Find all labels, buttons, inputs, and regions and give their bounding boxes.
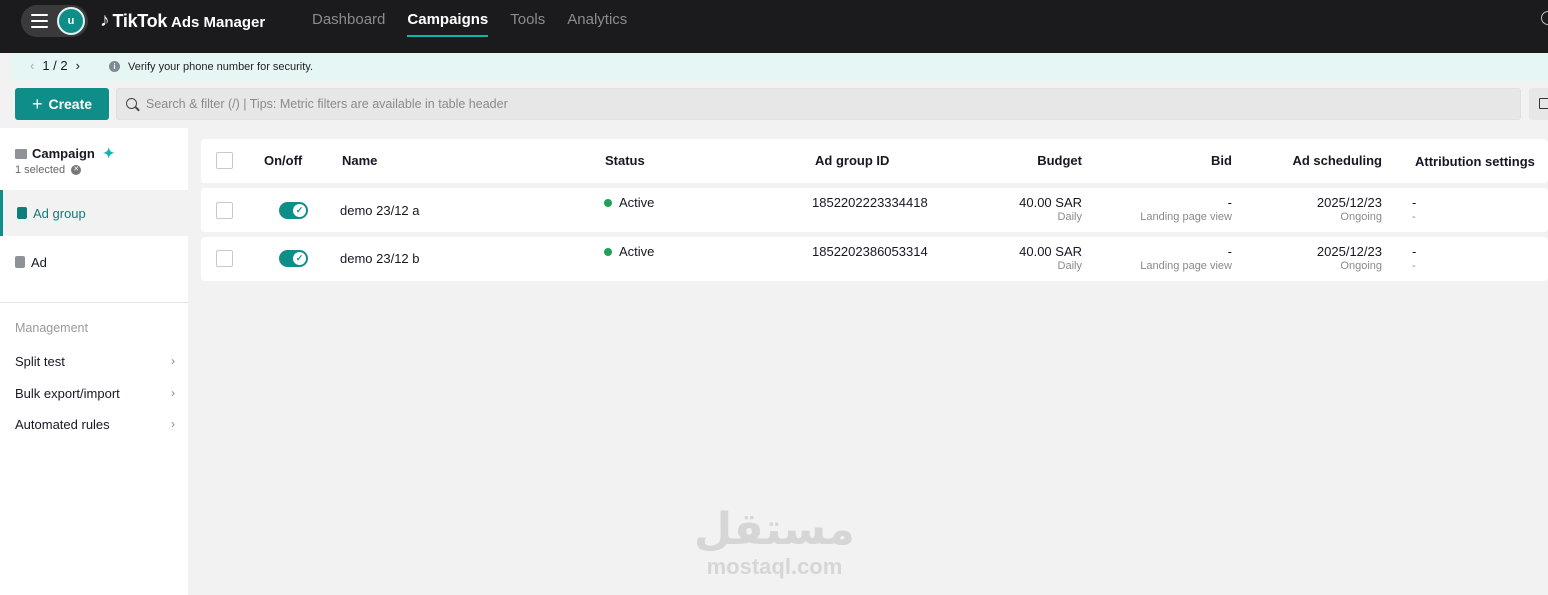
chevron-right-icon: › bbox=[171, 386, 175, 400]
sidebar-divider bbox=[0, 302, 188, 303]
logo-product: Ads Manager bbox=[171, 13, 266, 31]
bid-value: - bbox=[1227, 195, 1232, 210]
info-icon: i bbox=[109, 61, 120, 72]
column-header-onoff[interactable]: On/off bbox=[264, 153, 302, 168]
level-sidebar: Campaign ✦ 1 selected ✕ Ad group Ad Mana… bbox=[0, 128, 188, 595]
create-button-label: Create bbox=[48, 96, 93, 112]
main-nav: Dashboard Campaigns Tools Analytics bbox=[312, 11, 627, 37]
chevron-right-icon[interactable]: › bbox=[76, 58, 80, 73]
tiktok-note-icon: ♪ bbox=[100, 10, 110, 31]
security-notice-bar: ‹ 1 / 2 › i Verify your phone number for… bbox=[11, 53, 1548, 81]
ad-group-id: 1852202223334418 bbox=[812, 195, 928, 210]
nav-dashboard[interactable]: Dashboard bbox=[312, 11, 385, 37]
table-row[interactable]: ✓ demo 23/12 b Active 1852202386053314 4… bbox=[201, 237, 1548, 281]
column-header-ad-scheduling[interactable]: Ad scheduling bbox=[1262, 153, 1382, 168]
bid-type: Landing page view bbox=[1140, 211, 1232, 223]
bid-type: Landing page view bbox=[1140, 260, 1232, 272]
budget-value: 40.00 SAR bbox=[1019, 244, 1082, 259]
date-range-button[interactable] bbox=[1529, 88, 1548, 120]
budget-type: Daily bbox=[1057, 211, 1082, 223]
sidebar-item-ad-group[interactable]: Ad group bbox=[0, 190, 188, 236]
nav-analytics[interactable]: Analytics bbox=[567, 11, 627, 37]
campaign-selection-count: 1 selected ✕ bbox=[15, 164, 82, 176]
sidebar-item-label: Ad bbox=[31, 254, 47, 270]
management-heading: Management bbox=[15, 321, 88, 335]
create-button[interactable]: + Create bbox=[15, 88, 109, 120]
chevron-right-icon: › bbox=[171, 417, 175, 431]
search-placeholder: Search & filter (/) | Tips: Metric filte… bbox=[146, 97, 508, 111]
check-icon: ✓ bbox=[293, 252, 306, 265]
sidebar-link-split-test[interactable]: Split test › bbox=[15, 354, 175, 369]
user-avatar[interactable]: u bbox=[57, 7, 85, 35]
notice-pager: ‹ 1 / 2 › bbox=[30, 58, 80, 73]
logo-brand: TikTok bbox=[112, 10, 168, 31]
plus-icon: + bbox=[31, 94, 43, 114]
selected-count-text: 1 selected bbox=[15, 164, 66, 176]
help-icon[interactable] bbox=[1541, 11, 1548, 25]
attribution-sub: - bbox=[1412, 211, 1416, 223]
row-checkbox[interactable] bbox=[216, 250, 233, 267]
row-on-off-toggle[interactable]: ✓ bbox=[279, 250, 308, 267]
select-all-checkbox[interactable] bbox=[216, 152, 233, 169]
sparkle-icon: ✦ bbox=[102, 145, 115, 161]
bid-value: - bbox=[1227, 244, 1232, 259]
ad-group-id: 1852202386053314 bbox=[812, 244, 928, 259]
attribution-sub: - bbox=[1412, 260, 1416, 272]
top-navigation-bar: u ♪ TikTok Ads Manager Dashboard Campaig… bbox=[0, 0, 1548, 53]
tiktok-ads-manager-logo[interactable]: ♪ TikTok Ads Manager bbox=[100, 8, 265, 34]
ad-group-name-link[interactable]: demo 23/12 a bbox=[340, 203, 420, 218]
ad-group-icon bbox=[17, 207, 27, 219]
sidebar-item-ad[interactable]: Ad bbox=[0, 239, 188, 285]
status-dot-icon bbox=[604, 199, 612, 207]
ad-group-name-link[interactable]: demo 23/12 b bbox=[340, 251, 420, 266]
sidebar-link-label: Split test bbox=[15, 354, 65, 369]
check-icon: ✓ bbox=[293, 204, 306, 217]
status-text: Active bbox=[619, 195, 655, 210]
schedule-date: 2025/12/23 bbox=[1316, 244, 1382, 259]
row-on-off-toggle[interactable]: ✓ bbox=[279, 202, 308, 219]
table-row[interactable]: ✓ demo 23/12 a Active 1852202223334418 4… bbox=[201, 188, 1548, 232]
status-dot-icon bbox=[604, 248, 612, 256]
nav-campaigns[interactable]: Campaigns bbox=[407, 11, 489, 37]
search-filter-input[interactable]: Search & filter (/) | Tips: Metric filte… bbox=[116, 88, 1521, 120]
table-header-row: On/off Name Status Ad group ID Budget Bi… bbox=[201, 139, 1548, 183]
notice-text[interactable]: Verify your phone number for security. bbox=[128, 61, 313, 73]
sidebar-link-label: Automated rules bbox=[15, 417, 110, 432]
watermark-arabic: مستقل bbox=[694, 504, 855, 555]
chevron-left-icon[interactable]: ‹ bbox=[30, 58, 34, 73]
attribution-value: - bbox=[1412, 195, 1417, 210]
column-header-ad-group-id[interactable]: Ad group ID bbox=[815, 153, 889, 168]
sidebar-link-label: Bulk export/import bbox=[15, 386, 120, 401]
budget-value: 40.00 SAR bbox=[1019, 195, 1082, 210]
column-header-name[interactable]: Name bbox=[342, 153, 377, 168]
schedule-status: Ongoing bbox=[1340, 211, 1382, 223]
watermark-latin: mostaql.com bbox=[706, 554, 843, 579]
schedule-status: Ongoing bbox=[1340, 260, 1382, 272]
chevron-right-icon: › bbox=[171, 354, 175, 368]
mostaql-watermark: مستقل mostaql.com bbox=[694, 508, 855, 578]
column-header-budget[interactable]: Budget bbox=[982, 153, 1082, 168]
hamburger-menu-icon[interactable] bbox=[31, 14, 48, 28]
column-header-status[interactable]: Status bbox=[605, 153, 645, 168]
sidebar-link-bulk-export-import[interactable]: Bulk export/import › bbox=[15, 386, 175, 401]
nav-tools[interactable]: Tools bbox=[510, 11, 545, 37]
schedule-date: 2025/12/23 bbox=[1316, 195, 1382, 210]
calendar-icon bbox=[1539, 98, 1548, 109]
row-checkbox[interactable] bbox=[216, 202, 233, 219]
status-text: Active bbox=[619, 244, 655, 259]
ad-icon bbox=[15, 256, 25, 268]
sidebar-item-label: Ad group bbox=[33, 205, 86, 221]
sidebar-item-campaign[interactable]: Campaign ✦ bbox=[15, 145, 115, 162]
column-header-bid[interactable]: Bid bbox=[1132, 153, 1232, 168]
column-header-attribution-settings[interactable]: Attribution settings bbox=[1415, 154, 1535, 169]
folder-icon bbox=[15, 148, 27, 159]
search-icon bbox=[126, 98, 137, 109]
attribution-value: - bbox=[1412, 244, 1417, 259]
clear-selection-icon[interactable]: ✕ bbox=[71, 165, 82, 175]
campaign-label: Campaign bbox=[32, 146, 95, 161]
budget-type: Daily bbox=[1057, 260, 1082, 272]
account-menu-pill[interactable]: u bbox=[21, 5, 88, 37]
sidebar-link-automated-rules[interactable]: Automated rules › bbox=[15, 417, 175, 432]
notice-page-indicator: 1 / 2 bbox=[42, 58, 68, 73]
